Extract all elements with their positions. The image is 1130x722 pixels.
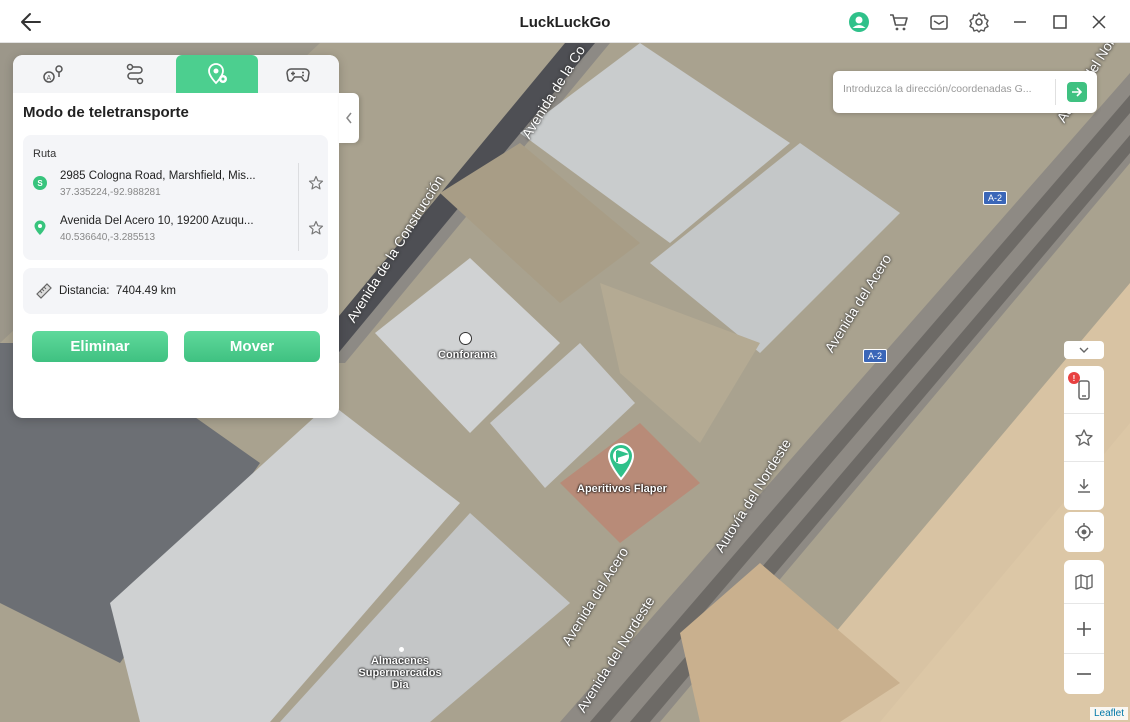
import-button[interactable] bbox=[1064, 462, 1104, 510]
download-icon bbox=[1078, 479, 1090, 493]
route-label: Ruta bbox=[33, 148, 57, 160]
mode-tabs: A bbox=[13, 55, 339, 93]
settings-gear-icon[interactable] bbox=[967, 10, 991, 34]
map-poi-label: Conforama bbox=[438, 349, 497, 361]
user-avatar-icon[interactable] bbox=[847, 10, 871, 34]
ruler-icon bbox=[36, 283, 52, 304]
controls-toggle-button[interactable] bbox=[1064, 341, 1104, 359]
leaflet-attribution-link[interactable]: Leaflet bbox=[1089, 707, 1128, 720]
origin-address: 2985 Cologna Road, Marshfield, Mis... bbox=[60, 170, 256, 182]
close-icon[interactable] bbox=[1087, 10, 1111, 34]
poi-dot-icon bbox=[399, 647, 404, 652]
destination-address: Avenida Del Acero 10, 19200 Azuqu... bbox=[60, 215, 254, 227]
poi-icon bbox=[459, 332, 472, 345]
start-marker-icon: S bbox=[33, 176, 47, 190]
map-layers-icon bbox=[1075, 573, 1093, 590]
tab-joystick-mode[interactable] bbox=[258, 55, 340, 93]
panel-title: Modo de teletransporte bbox=[23, 104, 189, 121]
highway-shield: A-2 bbox=[863, 349, 888, 363]
map-tools-group bbox=[1064, 560, 1104, 694]
search-input[interactable] bbox=[843, 83, 1053, 95]
tab-teleport-mode[interactable] bbox=[176, 55, 258, 93]
device-button[interactable]: ! bbox=[1064, 366, 1104, 414]
cart-icon[interactable] bbox=[887, 10, 911, 34]
favorites-button[interactable] bbox=[1064, 414, 1104, 462]
plus-icon bbox=[1077, 621, 1091, 636]
tab-two-spot-mode[interactable]: A bbox=[13, 55, 95, 93]
title-bar: LuckLuckGo bbox=[0, 0, 1130, 43]
divider bbox=[298, 163, 299, 251]
crosshair-icon bbox=[1075, 523, 1093, 541]
minus-icon bbox=[1077, 673, 1091, 675]
search-bar bbox=[833, 71, 1097, 113]
locate-me-button[interactable] bbox=[1064, 512, 1104, 552]
svg-text:A: A bbox=[46, 75, 51, 82]
teleport-panel: A Modo de teletransporte Ruta S 2985 Col… bbox=[13, 55, 339, 418]
highway-shield: A-2 bbox=[983, 191, 1008, 205]
map-type-button[interactable] bbox=[1064, 560, 1104, 604]
search-go-button[interactable] bbox=[1067, 82, 1087, 102]
destination-coords: 40.536640,-3.285513 bbox=[60, 232, 156, 243]
minimize-icon[interactable] bbox=[1008, 10, 1032, 34]
distance-value: 7404.49 km bbox=[115, 285, 176, 297]
divider bbox=[1055, 79, 1056, 105]
device-tools-group: ! bbox=[1064, 366, 1104, 510]
app-title: LuckLuckGo bbox=[519, 14, 611, 31]
distance-text: Distancia: 7404.49 km bbox=[59, 285, 176, 297]
origin-coords: 37.335224,-92.988281 bbox=[60, 187, 161, 198]
zoom-out-button[interactable] bbox=[1064, 654, 1104, 694]
distance-box: Distancia: 7404.49 km bbox=[23, 268, 328, 314]
locate-group bbox=[1064, 512, 1104, 552]
tab-multi-spot-mode[interactable] bbox=[95, 55, 177, 93]
alert-badge: ! bbox=[1068, 372, 1080, 384]
distance-label: Distancia: bbox=[59, 285, 110, 297]
route-box: Ruta S 2985 Cologna Road, Marshfield, Mi… bbox=[23, 135, 328, 260]
favorite-star-icon[interactable] bbox=[308, 175, 324, 191]
star-icon bbox=[1075, 428, 1093, 446]
move-button[interactable]: Mover bbox=[184, 331, 320, 362]
delete-button[interactable]: Eliminar bbox=[32, 331, 168, 362]
mail-icon[interactable] bbox=[927, 10, 951, 34]
location-pin-icon[interactable] bbox=[606, 441, 636, 486]
collapse-panel-button[interactable] bbox=[339, 93, 359, 143]
map-poi-label: Almacenes Supermercados Dia bbox=[358, 655, 442, 691]
zoom-in-button[interactable] bbox=[1064, 604, 1104, 654]
maximize-icon[interactable] bbox=[1048, 10, 1072, 34]
destination-pin-icon bbox=[33, 220, 47, 235]
favorite-star-icon[interactable] bbox=[308, 220, 324, 236]
